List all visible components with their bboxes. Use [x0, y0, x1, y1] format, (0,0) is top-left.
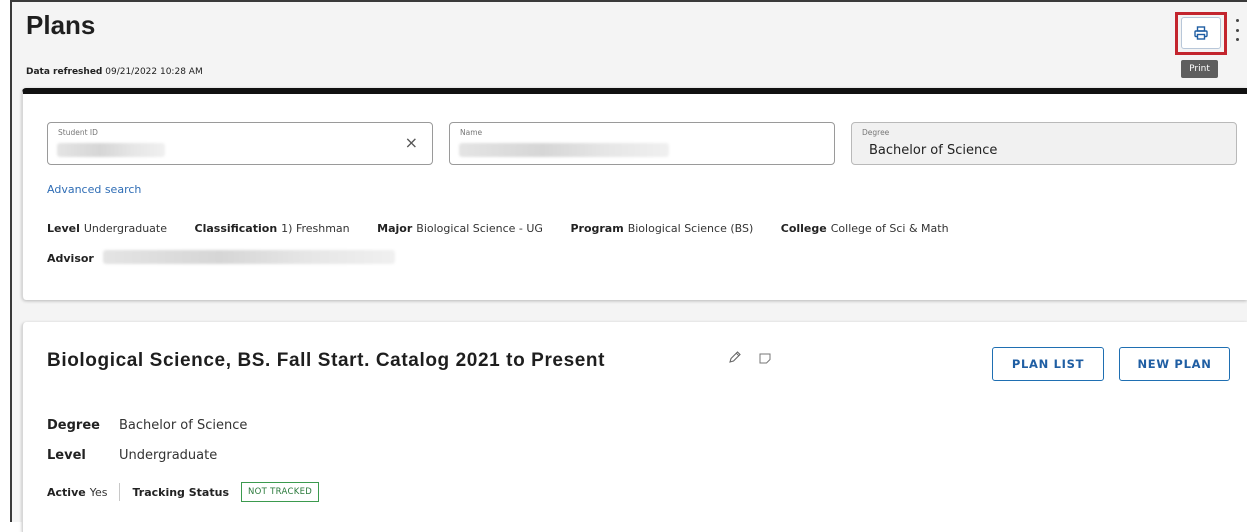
level-info: Level Undergraduate [47, 222, 167, 235]
degree-field[interactable]: Degree Bachelor of Science [851, 122, 1237, 165]
data-refreshed: Data refreshed 09/21/2022 10:28 AM [26, 67, 203, 77]
advanced-search-link[interactable]: Advanced search [47, 183, 141, 196]
student-id-field[interactable]: Student ID × [47, 122, 433, 165]
print-icon [1194, 26, 1208, 40]
page-title: Plans [26, 10, 96, 40]
active-value: Yes [89, 485, 108, 499]
program-info: Program Biological Science (BS) [570, 222, 754, 235]
plan-card: Biological Science, BS. Fall Start. Cata… [22, 322, 1247, 532]
name-field[interactable]: Name [449, 122, 835, 165]
classification-info: Classification 1) Freshman [194, 222, 350, 235]
plan-status-row: Active Yes Tracking Status NOT TRACKED [47, 482, 320, 502]
major-info: Major Biological Science - UG [377, 222, 543, 235]
close-icon[interactable]: × [405, 135, 418, 151]
advisor-label: Advisor [47, 252, 94, 265]
student-id-redacted [57, 143, 165, 157]
college-info: College College of Sci & Math [780, 222, 949, 235]
note-icon[interactable] [759, 353, 771, 364]
name-label: Name [460, 128, 483, 137]
tracking-status-label: Tracking Status [132, 485, 229, 499]
advisor-info: Advisor [47, 250, 395, 265]
degree-value: Bachelor of Science [869, 143, 998, 158]
plan-title: Biological Science, BS. Fall Start. Cata… [47, 350, 606, 371]
refresh-timestamp: 09/21/2022 10:28 AM [105, 67, 203, 77]
advisor-redacted [103, 250, 395, 264]
student-summary: Level Undergraduate Classification 1) Fres… [47, 222, 973, 235]
print-tooltip: Print [1181, 60, 1218, 78]
status-badge: NOT TRACKED [241, 482, 320, 502]
pencil-icon[interactable] [728, 350, 742, 364]
degree-label: Degree [862, 128, 890, 137]
student-search-card: Student ID × Name Degree Bachelor of Sci… [22, 88, 1247, 300]
student-id-label: Student ID [58, 128, 98, 137]
plan-degree: Degree Bachelor of Science [47, 418, 248, 433]
refresh-label: Data refreshed [26, 67, 103, 77]
plan-list-button[interactable]: PLAN LIST [992, 347, 1104, 381]
name-redacted [459, 143, 669, 157]
plan-level: Level Undergraduate [47, 448, 218, 463]
print-button[interactable] [1181, 17, 1221, 49]
divider [119, 483, 121, 501]
more-vertical-icon[interactable] [1233, 19, 1241, 41]
new-plan-button[interactable]: NEW PLAN [1119, 347, 1230, 381]
active-label: Active [47, 485, 86, 499]
